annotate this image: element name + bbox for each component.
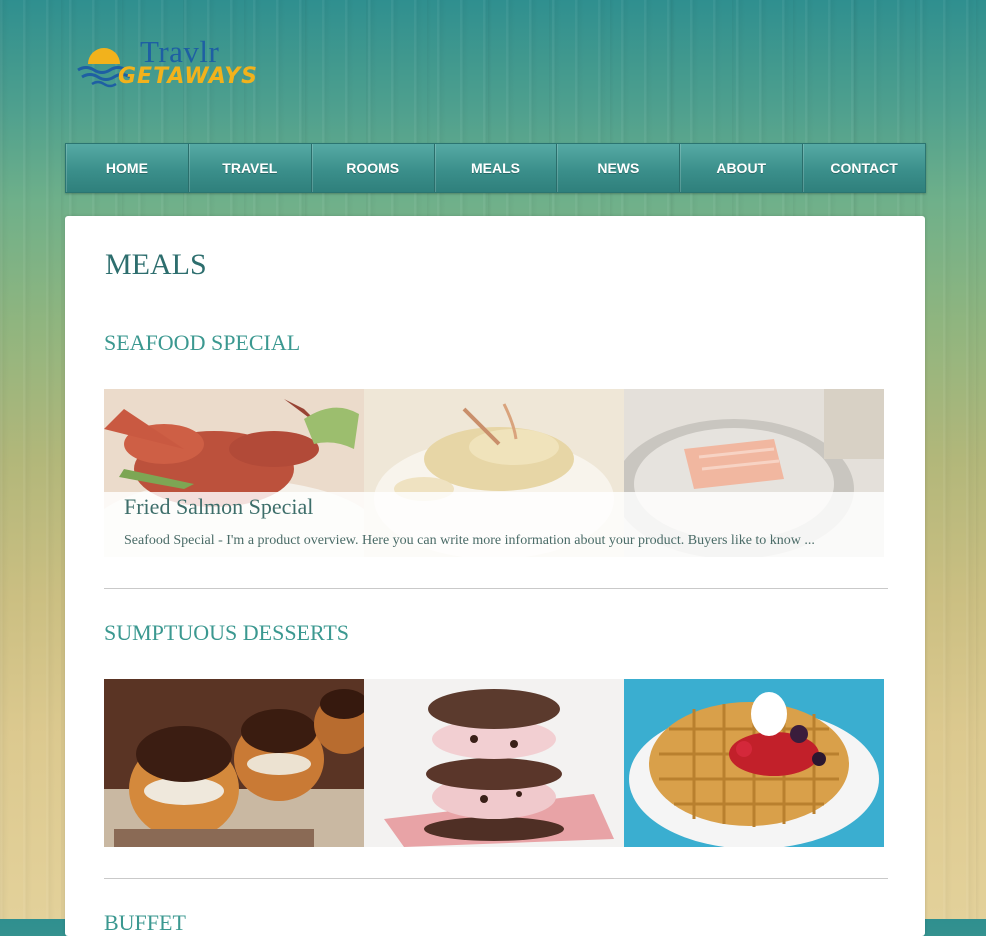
ice-cream-sandwich-image[interactable] bbox=[364, 679, 624, 847]
content-panel: MEALS SEAFOOD SPECIAL Fried Salmon Speci… bbox=[65, 216, 925, 936]
logo-wordmark-getaways: GETAWAYS bbox=[118, 64, 258, 89]
section-title-buffet[interactable]: BUFFET bbox=[104, 910, 186, 936]
desserts-gallery[interactable] bbox=[104, 679, 884, 847]
section-divider bbox=[104, 878, 888, 879]
nav-item-travel[interactable]: TRAVEL bbox=[189, 144, 312, 192]
nav-item-contact[interactable]: CONTACT bbox=[803, 144, 925, 192]
main-nav: HOME TRAVEL ROOMS MEALS NEWS ABOUT CONTA… bbox=[65, 143, 926, 193]
nav-item-rooms[interactable]: ROOMS bbox=[312, 144, 435, 192]
site-logo[interactable]: Travlr GETAWAYS bbox=[74, 34, 264, 98]
featured-product-description: Seafood Special - I'm a product overview… bbox=[124, 533, 815, 548]
profiteroles-image[interactable] bbox=[104, 679, 364, 847]
page-title: MEALS bbox=[105, 248, 207, 281]
featured-product-name[interactable]: Fried Salmon Special bbox=[124, 494, 313, 520]
nav-item-news[interactable]: NEWS bbox=[557, 144, 681, 192]
section-title-desserts[interactable]: SUMPTUOUS DESSERTS bbox=[104, 620, 349, 646]
section-divider bbox=[104, 588, 888, 589]
nav-item-home[interactable]: HOME bbox=[66, 144, 189, 192]
nav-item-meals[interactable]: MEALS bbox=[435, 144, 558, 192]
nav-item-about[interactable]: ABOUT bbox=[680, 144, 804, 192]
section-title-seafood[interactable]: SEAFOOD SPECIAL bbox=[104, 330, 300, 356]
waffle-image[interactable] bbox=[624, 679, 884, 847]
